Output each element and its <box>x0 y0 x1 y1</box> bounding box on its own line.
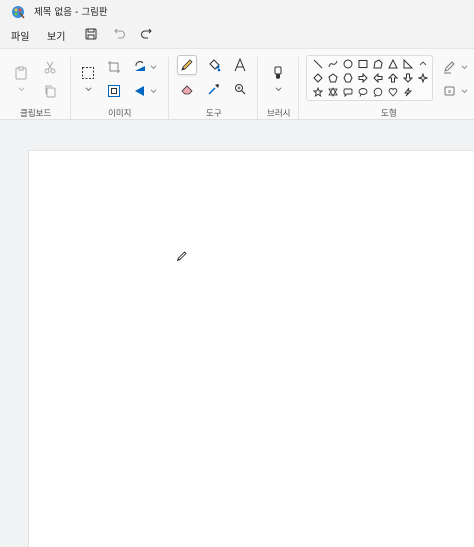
fill-tool[interactable] <box>204 55 224 75</box>
rectangle-shape-icon[interactable] <box>357 58 369 70</box>
save-button[interactable] <box>83 26 99 42</box>
star-shape-icon[interactable] <box>312 86 324 98</box>
oval-shape-icon[interactable] <box>342 58 354 70</box>
drawing-canvas[interactable] <box>28 150 474 547</box>
text-tool[interactable] <box>230 55 250 75</box>
menu-view[interactable]: 보기 <box>45 27 67 44</box>
fill-style-dropdown[interactable] <box>460 87 468 95</box>
lightning-shape-icon[interactable] <box>402 86 414 98</box>
window-title: 제목 없음 - 그림판 <box>34 7 108 18</box>
fill-style-icon <box>444 86 455 96</box>
up-arrow-shape-icon[interactable] <box>387 72 399 84</box>
outline-button[interactable] <box>440 57 460 77</box>
pencil-tool[interactable] <box>177 55 197 75</box>
menu-bar: 파일 보기 <box>0 24 474 44</box>
group-divider <box>70 57 71 119</box>
group-label-image: 이미지 <box>108 109 132 119</box>
outline-dropdown[interactable] <box>460 63 468 71</box>
flip-dropdown[interactable] <box>149 87 157 95</box>
eraser-icon <box>181 85 193 95</box>
diamond-shape-icon[interactable] <box>312 72 324 84</box>
chevron-down-icon <box>150 88 156 93</box>
shapes-gallery <box>306 55 433 101</box>
text-icon <box>234 58 246 72</box>
chevron-up-icon[interactable] <box>417 58 429 70</box>
curve-shape-icon[interactable] <box>327 58 339 70</box>
flip-icon <box>135 86 144 96</box>
triangle-shape-icon[interactable] <box>387 58 399 70</box>
copy-icon <box>45 85 56 98</box>
resize-icon <box>108 85 120 97</box>
scissors-icon <box>44 61 56 74</box>
bucket-icon <box>209 59 221 72</box>
group-label-tools: 도구 <box>206 109 222 119</box>
paint-app-icon <box>11 4 25 19</box>
rotate-icon <box>135 61 145 71</box>
polygon-shape-icon[interactable] <box>372 58 384 70</box>
group-label-clipboard: 클립보드 <box>20 109 52 119</box>
chevron-down-icon <box>85 86 91 91</box>
undo-button[interactable] <box>112 26 128 42</box>
redo-button[interactable] <box>138 26 154 42</box>
crop-button[interactable] <box>104 57 124 77</box>
cut-button[interactable] <box>40 57 60 77</box>
group-divider <box>298 57 299 119</box>
paste-icon <box>15 66 27 80</box>
group-label-shapes: 도형 <box>381 109 397 119</box>
heart-shape-icon[interactable] <box>387 86 399 98</box>
magnifier-tool[interactable] <box>230 79 250 99</box>
crop-icon <box>108 61 120 73</box>
selection-icon <box>82 67 94 79</box>
hexagon-shape-icon[interactable] <box>342 72 354 84</box>
magnifier-icon <box>235 84 246 95</box>
outline-icon <box>444 61 455 74</box>
eyedropper-icon <box>208 84 219 95</box>
brush-icon <box>274 66 282 79</box>
flip-button[interactable] <box>130 81 150 101</box>
brush-dropdown[interactable] <box>274 85 282 93</box>
chevron-down-icon <box>461 88 467 93</box>
rotate-dropdown[interactable] <box>149 63 157 71</box>
rounded-callout-shape-icon[interactable] <box>342 86 354 98</box>
six-point-star-shape-icon[interactable] <box>327 86 339 98</box>
resize-button[interactable] <box>104 81 124 101</box>
undo-icon <box>114 28 125 39</box>
title-bar: 제목 없음 - 그림판 <box>0 0 474 22</box>
left-arrow-shape-icon[interactable] <box>372 72 384 84</box>
eraser-tool[interactable] <box>177 79 197 99</box>
right-arrow-shape-icon[interactable] <box>357 72 369 84</box>
select-button[interactable] <box>78 63 98 83</box>
save-icon <box>85 28 97 40</box>
paste-dropdown[interactable] <box>17 85 25 93</box>
cloud-callout-shape-icon[interactable] <box>372 86 384 98</box>
four-point-star-shape-icon[interactable] <box>417 72 429 84</box>
fill-style-button[interactable] <box>440 81 460 101</box>
select-dropdown[interactable] <box>84 85 92 93</box>
brush-button[interactable] <box>268 63 288 83</box>
group-label-brushes: 브러시 <box>267 109 291 119</box>
pentagon-shape-icon[interactable] <box>327 72 339 84</box>
line-shape-icon[interactable] <box>312 58 324 70</box>
group-divider <box>257 57 258 119</box>
oval-callout-shape-icon[interactable] <box>357 86 369 98</box>
down-arrow-shape-icon[interactable] <box>402 72 414 84</box>
pencil-icon <box>181 59 193 71</box>
ribbon-toolbar: 클립보드 이미지 도구 브러시 도형 <box>0 48 474 120</box>
menu-file[interactable]: 파일 <box>9 27 31 44</box>
pencil-cursor-icon <box>176 247 188 262</box>
chevron-down-icon <box>275 86 281 91</box>
rotate-button[interactable] <box>130 57 150 77</box>
paste-button[interactable] <box>11 63 31 83</box>
chevron-down-icon <box>150 64 156 69</box>
copy-button[interactable] <box>40 81 60 101</box>
chevron-down-icon <box>18 86 24 91</box>
redo-icon <box>141 28 152 39</box>
chevron-down-icon <box>461 64 467 69</box>
right-triangle-shape-icon[interactable] <box>402 58 414 70</box>
color-picker-tool[interactable] <box>204 79 224 99</box>
group-divider <box>168 57 169 119</box>
